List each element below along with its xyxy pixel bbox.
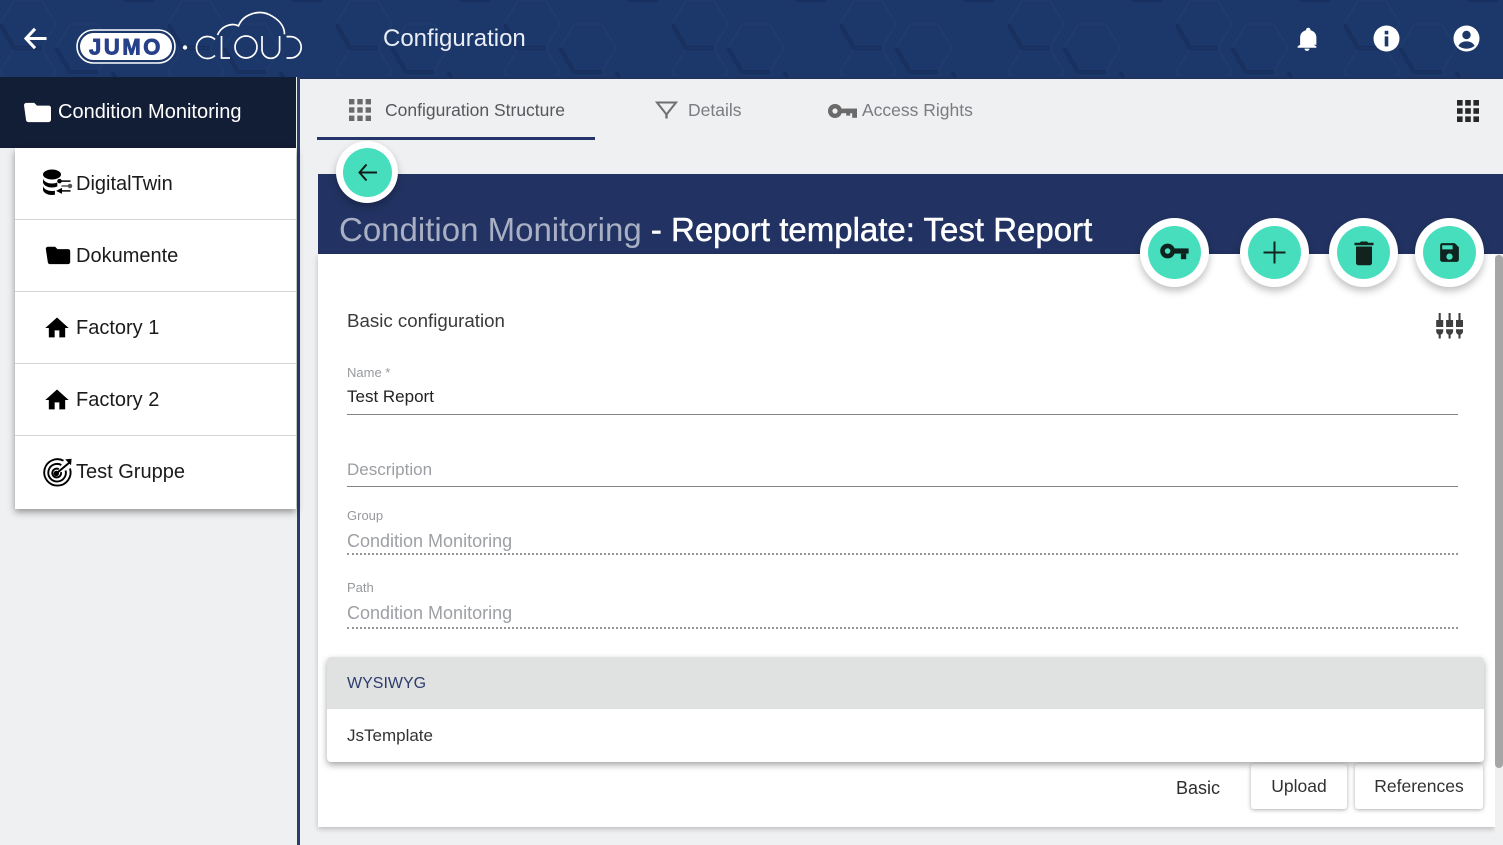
svg-text:JUMO: JUMO <box>89 35 163 60</box>
